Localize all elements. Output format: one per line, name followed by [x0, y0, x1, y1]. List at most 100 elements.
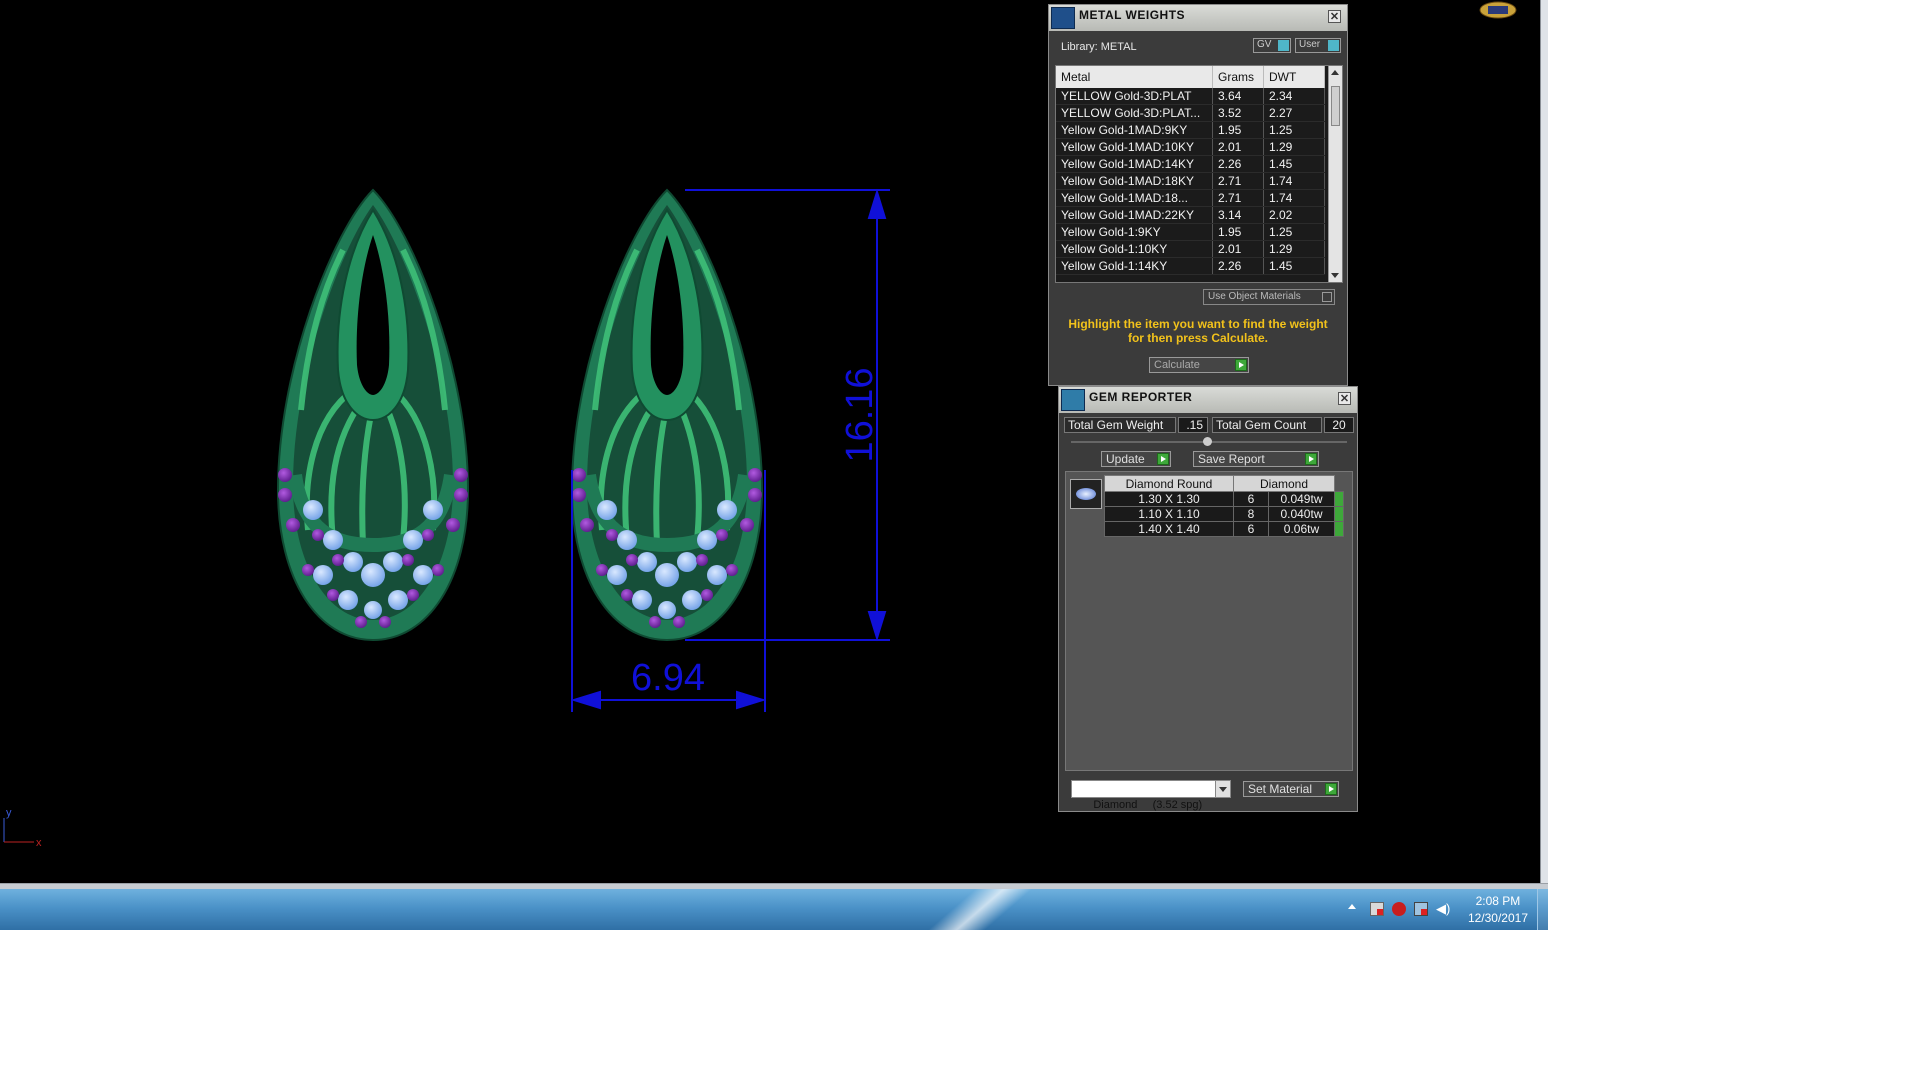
- gem-row-play-icon[interactable]: [1334, 506, 1344, 522]
- divider-slider[interactable]: [1071, 437, 1347, 446]
- set-material-button[interactable]: Set Material: [1243, 781, 1339, 797]
- material-select-value: Diamond (3.52 spg): [1093, 799, 1203, 811]
- axis-x-label: x: [36, 837, 42, 849]
- metal-cell-metal: Yellow Gold-1MAD:14KY: [1056, 155, 1213, 173]
- metal-table[interactable]: Metal Grams DWT YELLOW Gold-3D:PLAT 3.64 2…: [1055, 65, 1343, 283]
- volume-icon[interactable]: ◀): [1436, 902, 1450, 916]
- metal-table-scrollbar[interactable]: [1328, 66, 1342, 282]
- gem-table-row[interactable]: 1.40 X 1.40 6 0.06tw: [1104, 521, 1344, 537]
- calculate-label: Calculate: [1154, 359, 1200, 371]
- metal-cell-dwt: 1.29: [1263, 240, 1325, 258]
- metal-cell-metal: Yellow Gold-1:14KY: [1056, 257, 1213, 275]
- metal-table-row[interactable]: Yellow Gold-1MAD:14KY 2.26 1.45: [1056, 155, 1325, 173]
- checkbox-icon[interactable]: [1322, 292, 1332, 302]
- metal-cell-grams: 2.01: [1212, 240, 1264, 258]
- metal-cell-grams: 2.71: [1212, 189, 1264, 207]
- metal-table-row[interactable]: Yellow Gold-1MAD:10KY 2.01 1.29: [1056, 138, 1325, 156]
- use-object-materials-label: Use Object Materials: [1208, 291, 1301, 302]
- metal-cell-dwt: 2.27: [1263, 104, 1325, 122]
- taskbar-streak: [904, 889, 1046, 930]
- scroll-thumb[interactable]: [1331, 86, 1340, 126]
- metal-table-row[interactable]: Yellow Gold-1MAD:9KY 1.95 1.25: [1056, 121, 1325, 139]
- action-center-flag-icon[interactable]: [1370, 902, 1384, 916]
- gem-cell-weight: 0.040tw: [1267, 506, 1336, 522]
- metal-table-row[interactable]: YELLOW Gold-3D:PLAT 3.64 2.34: [1056, 88, 1325, 105]
- metal-cell-metal: Yellow Gold-1:10KY: [1056, 240, 1213, 258]
- gem-cell-size: 1.30 X 1.30: [1104, 491, 1234, 507]
- play-icon: [1325, 783, 1337, 795]
- metal-table-row[interactable]: Yellow Gold-1MAD:18KY 2.71 1.74: [1056, 172, 1325, 190]
- user-button[interactable]: User: [1295, 38, 1341, 53]
- gem-cell-weight: 0.049tw: [1267, 491, 1336, 507]
- save-report-button[interactable]: Save Report: [1193, 451, 1319, 467]
- gem-table-row[interactable]: 1.10 X 1.10 8 0.040tw: [1104, 506, 1344, 522]
- gem-reporter-logo-icon: [1061, 389, 1085, 411]
- gv-label: GV: [1257, 39, 1272, 50]
- gv-button[interactable]: GV: [1253, 38, 1291, 53]
- metal-cell-metal: Yellow Gold-1MAD:18KY: [1056, 172, 1213, 190]
- calculate-button[interactable]: Calculate: [1149, 357, 1249, 373]
- network-icon[interactable]: [1414, 902, 1428, 916]
- user-label: User: [1299, 39, 1321, 50]
- col-grams[interactable]: Grams: [1212, 66, 1264, 88]
- metal-cell-grams: 2.01: [1212, 138, 1264, 156]
- play-icon: [1235, 359, 1247, 371]
- metal-cell-dwt: 1.45: [1263, 257, 1325, 275]
- dimension-width-text: 6.94: [631, 657, 705, 699]
- dimension-height-text: 16.16: [839, 367, 881, 462]
- metal-table-row[interactable]: YELLOW Gold-3D:PLAT... 3.52 2.27: [1056, 104, 1325, 122]
- security-alert-icon[interactable]: [1392, 902, 1406, 916]
- gem-cell-count: 8: [1233, 506, 1269, 522]
- total-weight-label: Total Gem Weight: [1064, 417, 1176, 433]
- metal-cell-dwt: 2.02: [1263, 206, 1325, 224]
- metal-cell-grams: 3.14: [1212, 206, 1264, 224]
- metal-cell-grams: 2.71: [1212, 172, 1264, 190]
- clock[interactable]: 2:08 PM 12/30/2017: [1468, 893, 1528, 927]
- material-select[interactable]: Diamond (3.52 spg): [1071, 780, 1231, 811]
- slider-handle[interactable]: [1203, 437, 1212, 446]
- user-info-icon: [1328, 40, 1339, 51]
- update-label: Update: [1106, 452, 1145, 466]
- metal-cell-dwt: 1.74: [1263, 172, 1325, 190]
- update-button[interactable]: Update: [1101, 451, 1171, 467]
- col-gem-material: Diamond: [1233, 475, 1335, 492]
- metal-cell-metal: Yellow Gold-1MAD:10KY: [1056, 138, 1213, 156]
- metal-table-row[interactable]: Yellow Gold-1MAD:22KY 3.14 2.02: [1056, 206, 1325, 224]
- metal-cell-metal: Yellow Gold-1MAD:22KY: [1056, 206, 1213, 224]
- metal-table-row[interactable]: Yellow Gold-1:10KY 2.01 1.29: [1056, 240, 1325, 258]
- metal-cell-grams: 3.52: [1212, 104, 1264, 122]
- gem-table-row[interactable]: 1.30 X 1.30 6 0.049tw: [1104, 491, 1344, 507]
- close-icon[interactable]: ✕: [1328, 10, 1341, 23]
- metal-cell-grams: 1.95: [1212, 223, 1264, 241]
- metal-table-row[interactable]: Yellow Gold-1MAD:18... 2.71 1.74: [1056, 189, 1325, 207]
- chevron-down-icon[interactable]: [1215, 781, 1230, 797]
- gem-reporter-title: GEM REPORTER: [1089, 390, 1193, 404]
- col-metal[interactable]: Metal: [1056, 66, 1213, 88]
- scroll-down-icon[interactable]: [1331, 273, 1339, 278]
- set-material-label: Set Material: [1248, 782, 1313, 796]
- taskbar: ◀) 2:08 PM 12/30/2017: [0, 889, 1548, 930]
- gem-cell-size: 1.10 X 1.10: [1104, 506, 1234, 522]
- earring-right: [570, 188, 764, 642]
- metal-cell-metal: Yellow Gold-1:9KY: [1056, 223, 1213, 241]
- metal-weights-titlebar[interactable]: METAL WEIGHTS ✕: [1049, 5, 1347, 31]
- gem-row-play-icon[interactable]: [1334, 521, 1344, 537]
- gem-reporter-titlebar[interactable]: GEM REPORTER ✕: [1059, 387, 1357, 413]
- close-icon[interactable]: ✕: [1338, 392, 1351, 405]
- gem-row-play-icon[interactable]: [1334, 491, 1344, 507]
- metal-table-row[interactable]: Yellow Gold-1:14KY 2.26 1.45: [1056, 257, 1325, 275]
- col-dwt[interactable]: DWT: [1263, 66, 1325, 88]
- use-object-materials-button[interactable]: Use Object Materials: [1203, 289, 1335, 305]
- metal-cell-dwt: 1.29: [1263, 138, 1325, 156]
- show-hidden-icons-icon[interactable]: [1348, 904, 1356, 909]
- navigation-cube-icon: [1479, 1, 1517, 19]
- total-count-label: Total Gem Count: [1212, 417, 1322, 433]
- gem-cell-size: 1.40 X 1.40: [1104, 521, 1234, 537]
- show-desktop-button[interactable]: [1537, 889, 1548, 930]
- scroll-up-icon[interactable]: [1331, 70, 1339, 75]
- hint-text: Highlight the item you want to find the …: [1068, 317, 1328, 345]
- metal-table-row[interactable]: Yellow Gold-1:9KY 1.95 1.25: [1056, 223, 1325, 241]
- gem-table[interactable]: Diamond Round Diamond 1.30 X 1.30 6 0.049t…: [1104, 475, 1344, 537]
- metal-cell-metal: Yellow Gold-1MAD:18...: [1056, 189, 1213, 207]
- 3d-viewport[interactable]: 16.16 6.94 y x METAL WEIGHTS ✕ Library:: [0, 0, 1540, 883]
